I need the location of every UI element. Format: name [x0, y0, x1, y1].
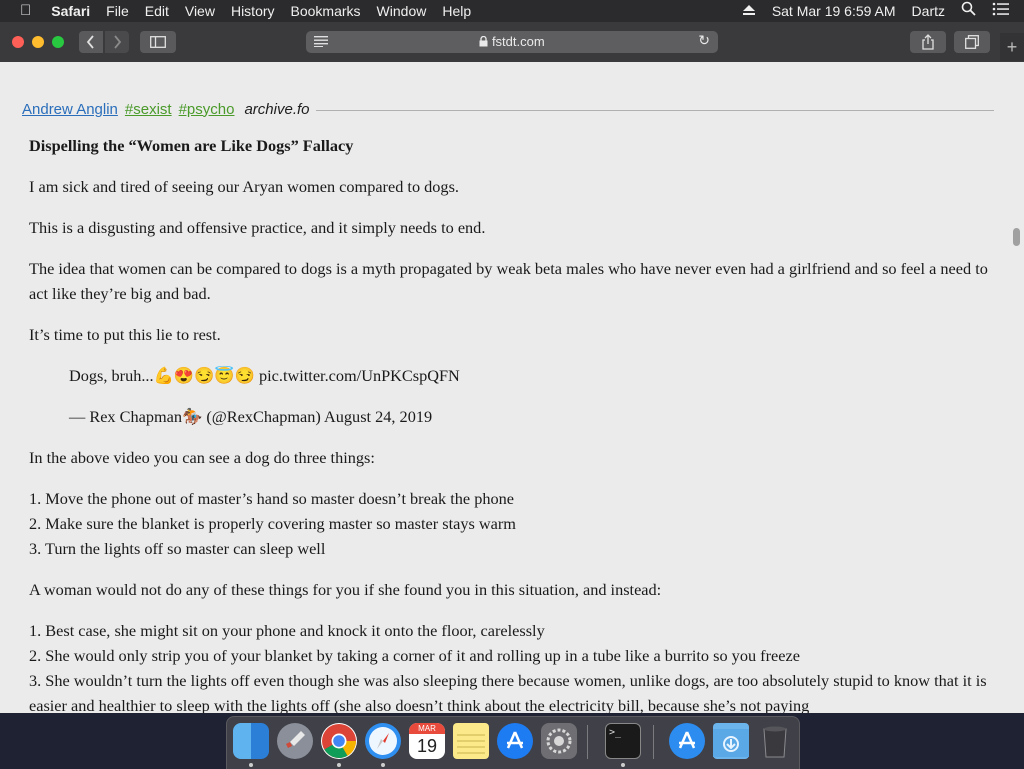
- eject-icon[interactable]: [734, 0, 764, 22]
- list-item: 3. She wouldn’t turn the lights off even…: [29, 671, 987, 713]
- trash-icon[interactable]: [757, 723, 793, 759]
- chrome-icon[interactable]: [321, 723, 357, 759]
- running-indicator: [621, 763, 625, 767]
- close-window-button[interactable]: [12, 36, 24, 48]
- list-item: 1. Move the phone out of master’s hand s…: [29, 489, 515, 508]
- paragraph: A woman would not do any of these things…: [29, 580, 662, 599]
- spotlight-search-icon[interactable]: [953, 0, 984, 22]
- running-indicator: [337, 763, 341, 767]
- menu-bookmarks[interactable]: Bookmarks: [283, 0, 369, 22]
- chevron-left-icon: [86, 35, 94, 49]
- web-page: Andrew Anglin #sexist #psycho archive.fo…: [0, 62, 1008, 713]
- tab-overview-button[interactable]: [954, 31, 990, 53]
- divider: [315, 109, 994, 111]
- tag-psycho[interactable]: #psycho: [179, 101, 235, 118]
- terminal-prompt: >_: [609, 727, 622, 738]
- share-button[interactable]: [910, 31, 946, 53]
- forward-button[interactable]: [105, 31, 129, 53]
- lock-icon: [479, 35, 488, 47]
- sidebar-toggle-button[interactable]: [140, 31, 176, 53]
- page-scrollbar[interactable]: [1008, 62, 1024, 713]
- calendar-icon[interactable]: MAR 19: [409, 723, 445, 759]
- paragraph: It’s time to put this lie to rest.: [29, 325, 221, 344]
- author-link[interactable]: Andrew Anglin: [22, 101, 118, 118]
- dock-separator: [587, 725, 588, 759]
- tweet-text[interactable]: Dogs, bruh...💪😍😏😇😏 pic.twitter.com/UnPKC…: [69, 363, 989, 388]
- tag-sexist[interactable]: #sexist: [125, 101, 172, 118]
- url-text: fstdt.com: [491, 34, 545, 49]
- post-meta: Andrew Anglin #sexist #psycho archive.fo: [22, 99, 994, 119]
- plus-icon: +: [1006, 37, 1018, 57]
- list-item: 2. She would only strip you of your blan…: [29, 646, 800, 665]
- chevron-right-icon: [114, 35, 122, 49]
- menu-app-name[interactable]: Safari: [43, 0, 98, 22]
- article-body: Dispelling the “Women are Like Dogs” Fal…: [29, 133, 989, 713]
- share-icon: [922, 34, 934, 50]
- minimize-window-button[interactable]: [32, 36, 44, 48]
- terminal-icon[interactable]: >_: [605, 723, 641, 759]
- safari-icon[interactable]: [365, 723, 401, 759]
- article-title: Dispelling the “Women are Like Dogs” Fal…: [29, 136, 354, 155]
- finder-icon[interactable]: [233, 723, 269, 759]
- zoom-window-button[interactable]: [52, 36, 64, 48]
- menu-history[interactable]: History: [223, 0, 283, 22]
- notification-center-icon[interactable]: [984, 0, 1024, 22]
- archive-link[interactable]: archive.fo: [244, 101, 309, 118]
- menu-window[interactable]: Window: [369, 0, 435, 22]
- menu-file[interactable]: File: [98, 0, 137, 22]
- list-item: 1. Best case, she might sit on your phon…: [29, 621, 545, 640]
- paragraph: I am sick and tired of seeing our Aryan …: [29, 177, 459, 196]
- dock-separator: [653, 725, 654, 759]
- paragraph: The idea that women can be compared to d…: [29, 259, 988, 303]
- system-preferences-icon[interactable]: [541, 723, 577, 759]
- apple-menu-icon[interactable]: : [0, 0, 43, 22]
- tweet-attribution[interactable]: — Rex Chapman🏇 (@RexChapman) August 24, …: [69, 404, 989, 429]
- list: 1. Move the phone out of master’s hand s…: [29, 486, 989, 561]
- address-bar[interactable]: fstdt.com ↻: [306, 31, 718, 53]
- reload-icon[interactable]: ↻: [698, 32, 710, 49]
- sidebar-icon: [150, 36, 166, 48]
- launchpad-icon[interactable]: [277, 723, 313, 759]
- new-tab-button[interactable]: +: [1000, 33, 1024, 61]
- paragraph: In the above video you can see a dog do …: [29, 448, 375, 467]
- calendar-day: 19: [416, 736, 438, 756]
- scrollbar-thumb[interactable]: [1013, 228, 1020, 246]
- running-indicator: [249, 763, 253, 767]
- app-store-icon[interactable]: [497, 723, 533, 759]
- list-item: 3. Turn the lights off so master can sle…: [29, 539, 326, 558]
- calendar-month: MAR: [409, 723, 445, 734]
- menu-bar:  Safari File Edit View History Bookmark…: [0, 0, 1024, 22]
- downloads-folder-icon[interactable]: [713, 723, 749, 759]
- menu-help[interactable]: Help: [434, 0, 479, 22]
- dock: MAR 19 >_: [226, 716, 800, 769]
- embedded-tweet: Dogs, bruh...💪😍😏😇😏 pic.twitter.com/UnPKC…: [69, 363, 989, 429]
- menu-clock[interactable]: Sat Mar 19 6:59 AM: [764, 0, 904, 22]
- menu-edit[interactable]: Edit: [137, 0, 177, 22]
- list-item: 2. Make sure the blanket is properly cov…: [29, 514, 516, 533]
- back-button[interactable]: [79, 31, 103, 53]
- tabs-icon: [965, 35, 979, 49]
- paragraph: This is a disgusting and offensive pract…: [29, 218, 486, 237]
- applications-folder-icon[interactable]: [669, 723, 705, 759]
- notes-icon[interactable]: [453, 723, 489, 759]
- menu-user[interactable]: Dartz: [904, 0, 953, 22]
- list: 1. Best case, she might sit on your phon…: [29, 618, 989, 713]
- menu-view[interactable]: View: [177, 0, 223, 22]
- running-indicator: [381, 763, 385, 767]
